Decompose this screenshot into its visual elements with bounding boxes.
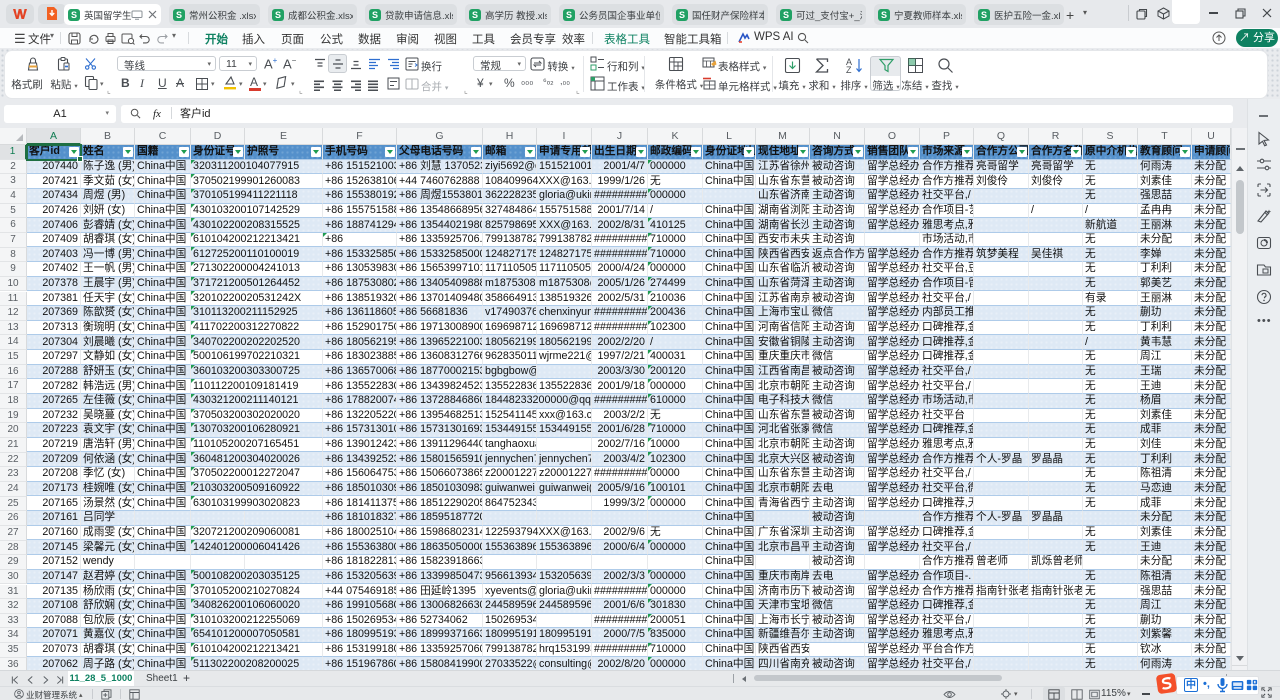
svg-text:Z: Z [846,65,852,74]
